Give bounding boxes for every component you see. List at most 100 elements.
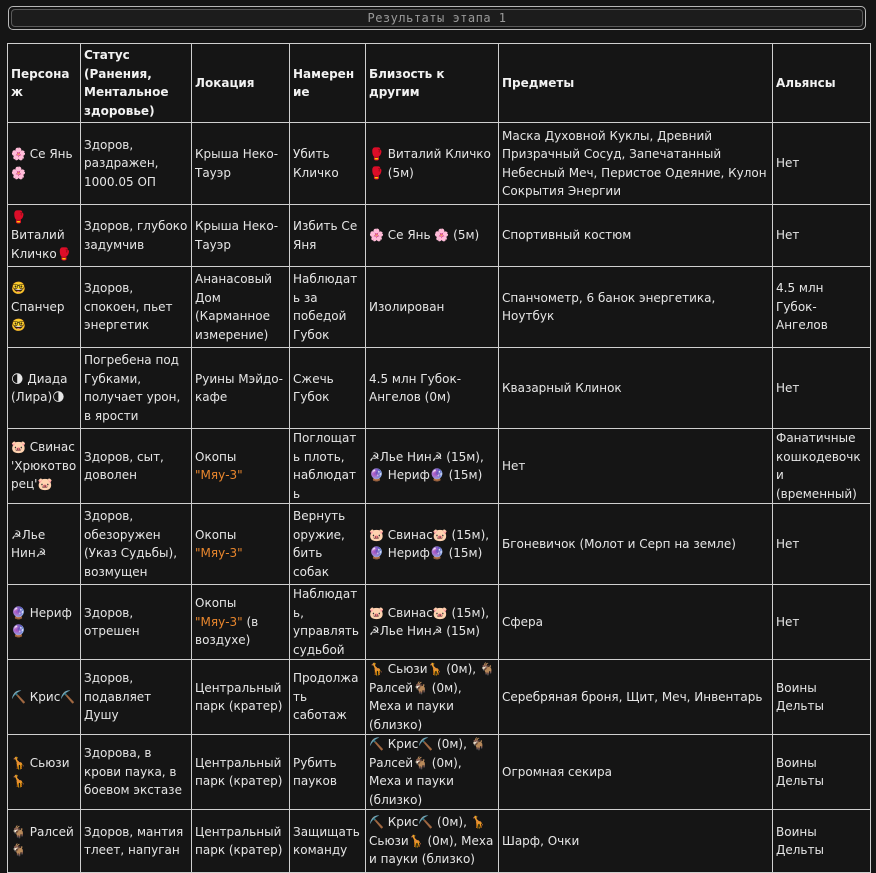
alliances-cell: Воины Дельты <box>772 659 871 735</box>
location-text: Крыша Неко-Тауэр <box>195 219 279 252</box>
column-header-alliances: Альянсы <box>772 43 871 123</box>
alliances-cell: Воины Дельты <box>772 809 871 873</box>
character-cell: 🔮 Нериф 🔮 <box>7 584 81 660</box>
intent-cell: Сжечь Губок <box>289 347 366 429</box>
alliances-cell: Нет <box>772 122 871 205</box>
table-row: 🐐 Ралсей 🐐 Здоров, мантия тлеет, напуган… <box>7 809 871 873</box>
table-row: 🔮 Нериф 🔮 Здоров, отрешен Окопы "Мяу-3" … <box>7 584 871 660</box>
column-header-character: Персонаж <box>7 43 81 123</box>
intent-cell: Рубить пауков <box>289 734 366 810</box>
column-header-intent: Намерение <box>289 43 366 123</box>
location-cell: Окопы "Мяу-3" <box>191 428 290 504</box>
stage-results-header: Результаты этапа 1 <box>8 6 866 30</box>
table-row: 🤓 Спанчер 🤓 Здоров, спокоен, пьет энерге… <box>7 266 871 348</box>
table-row: ☭Лье Нин☭ Здоров, обезоружен (Указ Судьб… <box>7 503 871 585</box>
alliances-cell: Нет <box>772 503 871 585</box>
location-highlight: "Мяу-3" <box>195 614 243 629</box>
alliances-cell: Нет <box>772 584 871 660</box>
location-text: Крыша Неко-Тауэр <box>195 147 279 180</box>
table-row: 🌗 Диада (Лира)🌗 Погребена под Губками, п… <box>7 347 871 429</box>
intent-cell: Убить Кличко <box>289 122 366 205</box>
location-text: Ананасовый Дом (Карманное измерение) <box>195 272 272 342</box>
proximity-cell: 4.5 млн Губок-Ангелов (0м) <box>365 347 499 429</box>
proximity-cell: 🦒 Сьюзи🦒 (0м), 🐐 Ралсей🐐 (0м), Меха и па… <box>365 659 499 735</box>
status-cell: Погребена под Губками, получает урон, в … <box>80 347 192 429</box>
table-row: ⛏️ Крис⛏️ Здоров, подавляет Душу Централ… <box>7 659 871 735</box>
items-cell: Квазарный Клинок <box>498 347 773 429</box>
column-header-proximity: Близость к другим <box>365 43 499 123</box>
intent-cell: Защищать команду <box>289 809 366 873</box>
proximity-cell: 🐷 Свинас🐷 (15м), ☭Лье Нин☭ (15м) <box>365 584 499 660</box>
location-cell: Ананасовый Дом (Карманное измерение) <box>191 266 290 348</box>
items-cell: Маска Духовной Куклы, Древний Призрачный… <box>498 122 773 205</box>
proximity-cell: ⛏️ Крис⛏️ (0м), 🦒 Сьюзи🦒 (0м), Меха и па… <box>365 809 499 873</box>
character-cell: 🦒 Сьюзи 🦒 <box>7 734 81 810</box>
location-cell: Центральный парк (кратер) <box>191 809 290 873</box>
proximity-cell: Изолирован <box>365 266 499 348</box>
table-row: 🥊 Виталий Кличко🥊 Здоров, глубоко задумч… <box>7 204 871 267</box>
location-text: Окопы <box>195 449 237 464</box>
table-header-row: Персонаж Статус (Ранения, Ментальное здо… <box>7 43 871 123</box>
alliances-cell: Воины Дельты <box>772 734 871 810</box>
intent-cell: Избить Се Яня <box>289 204 366 267</box>
character-cell: 🌗 Диада (Лира)🌗 <box>7 347 81 429</box>
location-text: Центральный парк (кратер) <box>195 680 283 714</box>
table-row: 🌸 Се Янь 🌸 Здоров, раздражен, 1000.05 ОП… <box>7 122 871 205</box>
column-header-items: Предметы <box>498 43 773 123</box>
intent-cell: Вернуть оружие, бить собак <box>289 503 366 585</box>
proximity-cell: ☭Лье Нин☭ (15м), 🔮 Нериф🔮 (15м) <box>365 428 499 504</box>
status-cell: Здоров, раздражен, 1000.05 ОП <box>80 122 192 205</box>
proximity-cell: 🐷 Свинас🐷 (15м), 🔮 Нериф🔮 (15м) <box>365 503 499 585</box>
character-cell: 🐷 Свинас 'Хрюкотворец'🐷 <box>7 428 81 504</box>
location-cell: Руины Мэйдо-кафе <box>191 347 290 429</box>
status-cell: Здорова, в крови паука, в боевом экстазе <box>80 734 192 810</box>
items-cell: Спанчометр, 6 банок энергетика, Ноутбук <box>498 266 773 348</box>
location-text: Руины Мэйдо-кафе <box>195 371 283 405</box>
alliances-cell: Фанатичные кошкодевочки (временный) <box>772 428 871 504</box>
items-cell: Серебряная броня, Щит, Меч, Инвентарь <box>498 659 773 735</box>
proximity-cell: 🌸 Се Янь 🌸 (5м) <box>365 204 499 267</box>
status-cell: Здоров, сыт, доволен <box>80 428 192 504</box>
location-highlight: "Мяу-3" <box>195 468 243 482</box>
alliances-cell: Нет <box>772 204 871 267</box>
table-row: 🐷 Свинас 'Хрюкотворец'🐷 Здоров, сыт, дов… <box>7 428 871 504</box>
location-cell: Окопы "Мяу-3" (в воздухе) <box>191 584 290 660</box>
items-cell: Огромная секира <box>498 734 773 810</box>
results-table: Персонаж Статус (Ранения, Ментальное здо… <box>7 43 871 873</box>
items-cell: Сфера <box>498 584 773 660</box>
location-cell: Центральный парк (кратер) <box>191 659 290 735</box>
status-cell: Здоров, глубоко задумчив <box>80 204 192 267</box>
character-cell: 🌸 Се Янь 🌸 <box>7 122 81 205</box>
location-highlight: "Мяу-3" <box>195 546 243 560</box>
character-cell: 🐐 Ралсей 🐐 <box>7 809 81 873</box>
items-cell: Спортивный костюм <box>498 204 773 267</box>
items-cell: Бгоневичок (Молот и Серп на земле) <box>498 503 773 585</box>
status-cell: Здоров, обезоружен (Указ Судьбы), возмущ… <box>80 503 192 585</box>
alliances-cell: Нет <box>772 347 871 429</box>
status-cell: Здоров, спокоен, пьет энергетик <box>80 266 192 348</box>
status-cell: Здоров, мантия тлеет, напуган <box>80 809 192 873</box>
location-text: Центральный парк (кратер) <box>195 824 283 858</box>
column-header-location: Локация <box>191 43 290 123</box>
status-cell: Здоров, отрешен <box>80 584 192 660</box>
stage-results-title: Результаты этапа 1 <box>11 9 863 27</box>
character-cell: 🥊 Виталий Кличко🥊 <box>7 204 81 267</box>
proximity-cell: 🥊 Виталий Кличко 🥊 (5м) <box>365 122 499 205</box>
intent-cell: Наблюдать за победой Губок <box>289 266 366 348</box>
character-cell: ⛏️ Крис⛏️ <box>7 659 81 735</box>
column-header-status: Статус (Ранения, Ментальное здоровье) <box>80 43 192 123</box>
intent-cell: Наблюдать, управлять судьбой <box>289 584 366 660</box>
character-cell: ☭Лье Нин☭ <box>7 503 81 585</box>
location-text: Окопы <box>195 596 237 611</box>
table-row: 🦒 Сьюзи 🦒 Здорова, в крови паука, в боев… <box>7 734 871 810</box>
proximity-cell: ⛏️ Крис⛏️ (0м), 🐐 Ралсей🐐 (0м), Меха и п… <box>365 734 499 810</box>
intent-cell: Продолжать саботаж <box>289 659 366 735</box>
alliances-cell: 4.5 млн Губок-Ангелов <box>772 266 871 348</box>
items-cell: Шарф, Очки <box>498 809 773 873</box>
location-text: Центральный парк (кратер) <box>195 755 283 789</box>
intent-cell: Поглощать плоть, наблюдать <box>289 428 366 504</box>
location-cell: Окопы "Мяу-3" <box>191 503 290 585</box>
location-text: Окопы <box>195 527 237 542</box>
location-cell: Крыша Неко-Тауэр <box>191 122 290 205</box>
status-cell: Здоров, подавляет Душу <box>80 659 192 735</box>
